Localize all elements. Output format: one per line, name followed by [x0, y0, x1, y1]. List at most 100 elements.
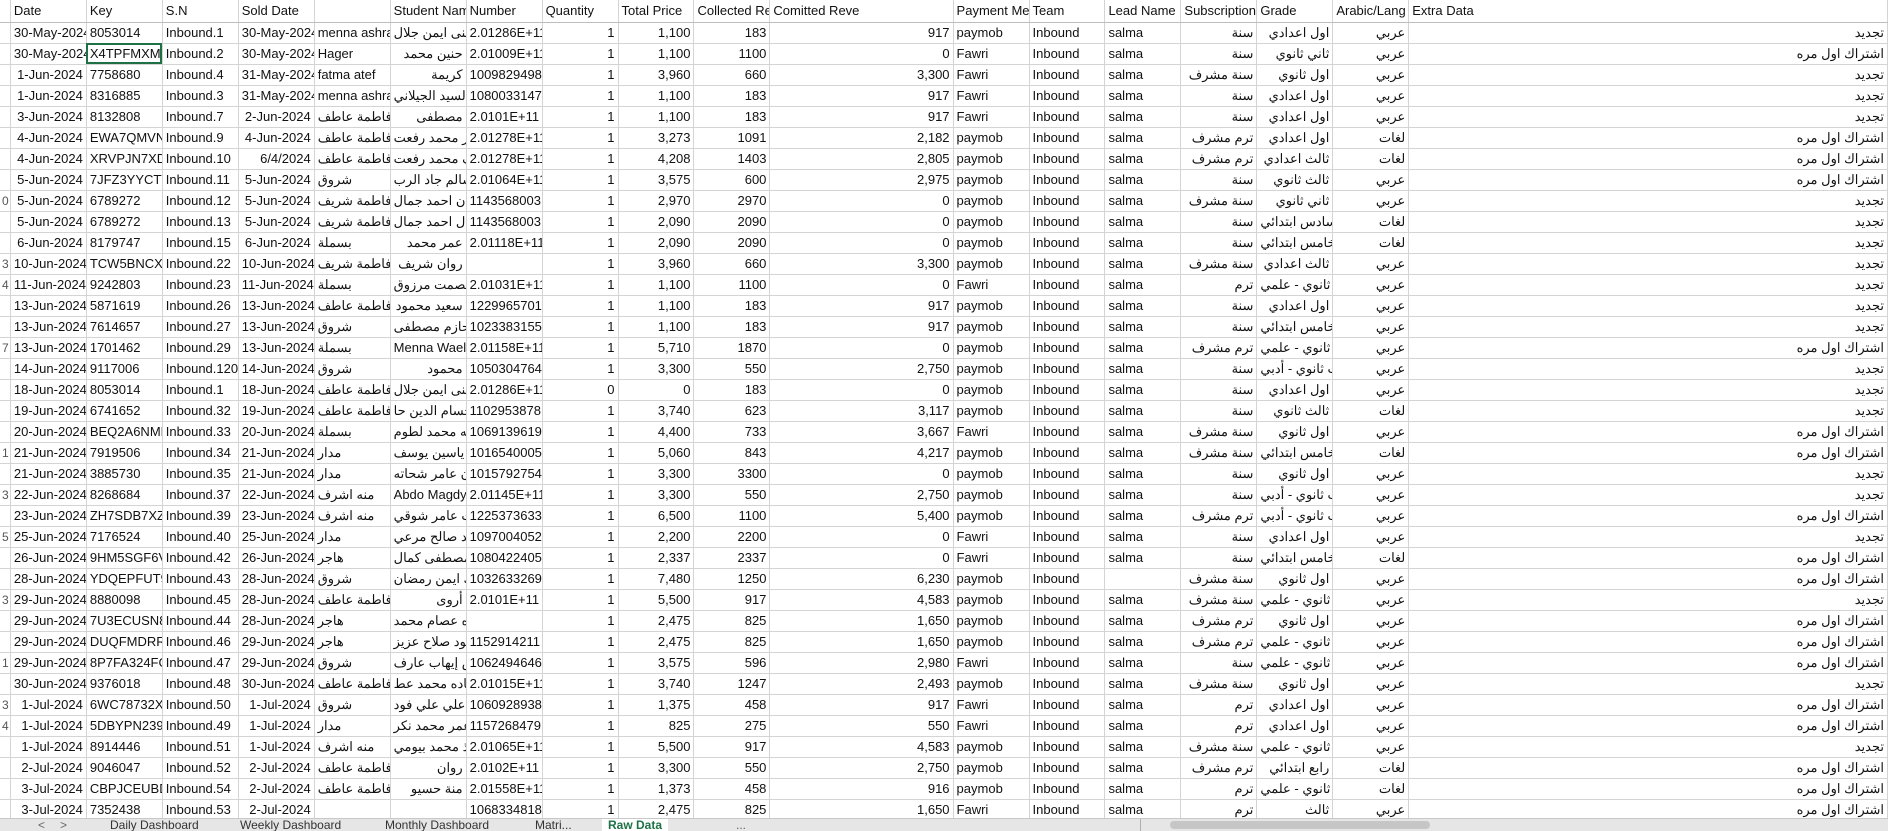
cell-committed-revenue[interactable]: 4,583 — [769, 736, 954, 758]
cell-total-price[interactable]: 1,100 — [618, 85, 695, 107]
cell-arabic-lang[interactable]: عربي — [1332, 316, 1410, 338]
cell-committed-revenue[interactable]: 917 — [769, 22, 954, 44]
cell-total-price[interactable]: 4,400 — [618, 421, 695, 443]
cell-subscription-type[interactable]: ترم — [1180, 694, 1258, 716]
row-number[interactable] — [0, 568, 11, 590]
cell-sold-date[interactable]: 13-Jun-2024 — [238, 316, 315, 338]
cell-team[interactable]: Inbound — [1029, 43, 1106, 65]
cell-total-price[interactable]: 2,337 — [618, 547, 695, 569]
cell-date[interactable]: 29-Jun-2024 — [10, 631, 87, 653]
cell-payment-method[interactable]: Fawri — [953, 274, 1030, 296]
cell-number[interactable]: 2.01286E+11 — [466, 379, 543, 401]
cell-quantity[interactable]: 1 — [542, 127, 619, 149]
cell-payment-method[interactable]: paymob — [953, 484, 1030, 506]
cell-team[interactable]: Inbound — [1029, 106, 1106, 128]
cell-payment-method[interactable]: paymob — [953, 148, 1030, 170]
cell-agent[interactable]: بسملة — [314, 421, 391, 443]
cell-sn[interactable]: Inbound.22 — [162, 253, 239, 275]
cell-subscription-type[interactable]: سنة مشرف — [1180, 673, 1258, 695]
cell-sn[interactable]: Inbound.32 — [162, 400, 239, 422]
cell-date[interactable]: 13-Jun-2024 — [10, 316, 87, 338]
cell-lead-name[interactable]: salma — [1104, 463, 1182, 485]
cell-extra-data[interactable]: اشتراك اول مره — [1408, 505, 1888, 527]
cell-lead-name[interactable]: salma — [1104, 190, 1182, 212]
cell-quantity[interactable]: 1 — [542, 526, 619, 548]
cell-grade[interactable]: خامس ابتدائي — [1256, 316, 1334, 338]
cell-grade[interactable]: اول اعدادي — [1256, 379, 1334, 401]
cell-payment-method[interactable]: Fawri — [953, 652, 1030, 674]
cell-number[interactable]: 2.01278E+11 — [466, 127, 543, 149]
cell-sn[interactable]: Inbound.34 — [162, 442, 239, 464]
cell-committed-revenue[interactable]: 2,750 — [769, 358, 954, 380]
cell-agent[interactable]: مدار — [314, 526, 391, 548]
cell-collected-revenue[interactable]: 1870 — [693, 337, 771, 359]
cell-arabic-lang[interactable]: عربي — [1332, 169, 1410, 191]
cell-sn[interactable]: Inbound.15 — [162, 232, 239, 254]
cell-payment-method[interactable]: paymob — [953, 127, 1030, 149]
cell-key[interactable]: 9046047 — [86, 757, 163, 779]
cell-key[interactable]: 7176524 — [86, 526, 163, 548]
cell-subscription-type[interactable]: سنة مشرف — [1180, 64, 1258, 86]
cell-arabic-lang[interactable]: عربي — [1332, 379, 1410, 401]
cell-date[interactable]: 3-Jun-2024 — [10, 106, 87, 128]
cell-team[interactable]: Inbound — [1029, 421, 1106, 443]
cell-collected-revenue[interactable]: 183 — [693, 22, 771, 44]
cell-grade[interactable]: رابع ابتدائي — [1256, 757, 1334, 779]
cell-collected-revenue[interactable]: 917 — [693, 736, 771, 758]
cell-date[interactable]: 26-Jun-2024 — [10, 547, 87, 569]
cell-extra-data[interactable]: اشتراك اول مره — [1408, 421, 1888, 443]
cell-sold-date[interactable]: 30-Jun-2024 — [238, 673, 315, 695]
cell-extra-data[interactable]: اشتراك اول مره — [1408, 337, 1888, 359]
cell-payment-method[interactable]: paymob — [953, 316, 1030, 338]
cell-subscription-type[interactable]: سنة مشرف — [1180, 421, 1258, 443]
cell-sn[interactable]: Inbound.3 — [162, 85, 239, 107]
cell-team[interactable]: Inbound — [1029, 736, 1106, 758]
cell-lead-name[interactable]: salma — [1104, 232, 1182, 254]
cell-arabic-lang[interactable]: لغات — [1332, 400, 1410, 422]
cell-sn[interactable]: Inbound.46 — [162, 631, 239, 653]
cell-quantity[interactable]: 1 — [542, 463, 619, 485]
cell-lead-name[interactable]: salma — [1104, 337, 1182, 359]
cell-lead-name[interactable]: salma — [1104, 295, 1182, 317]
cell-committed-revenue[interactable]: 2,975 — [769, 169, 954, 191]
cell-grade[interactable]: ثاني ثانوي - علمي — [1256, 274, 1334, 296]
col-header-subscription-type[interactable]: Subscription Ty — [1180, 0, 1258, 23]
cell-collected-revenue[interactable]: 2337 — [693, 547, 771, 569]
cell-total-price[interactable]: 0 — [618, 379, 695, 401]
cell-extra-data[interactable]: تجديد — [1408, 85, 1888, 107]
cell-committed-revenue[interactable]: 6,230 — [769, 568, 954, 590]
cell-total-price[interactable]: 1,100 — [618, 295, 695, 317]
cell-total-price[interactable]: 1,100 — [618, 106, 695, 128]
cell-number[interactable]: 2.0101E+11 — [466, 106, 543, 128]
cell-arabic-lang[interactable]: عربي — [1332, 358, 1410, 380]
cell-subscription-type[interactable]: سنة مشرف — [1180, 442, 1258, 464]
cell-grade[interactable]: ثاني ثانوي — [1256, 190, 1334, 212]
cell-key[interactable]: 5DBYPN2398 — [86, 715, 163, 737]
cell-committed-revenue[interactable]: 550 — [769, 715, 954, 737]
cell-agent[interactable]: مدار — [314, 715, 391, 737]
more-sheets-button[interactable]: ... — [736, 819, 746, 831]
cell-grade[interactable]: اول اعدادي — [1256, 526, 1334, 548]
cell-total-price[interactable]: 5,710 — [618, 337, 695, 359]
row-number[interactable] — [0, 778, 11, 800]
cell-quantity[interactable]: 1 — [542, 652, 619, 674]
cell-agent[interactable]: شروق — [314, 694, 391, 716]
cell-agent[interactable]: فاطمة عاطف — [314, 379, 391, 401]
cell-number[interactable]: 1050304764 — [466, 358, 543, 380]
cell-key[interactable]: 7614657 — [86, 316, 163, 338]
cell-number[interactable] — [466, 610, 543, 632]
cell-sold-date[interactable]: 29-Jun-2024 — [238, 631, 315, 653]
cell-date[interactable]: 1-Jun-2024 — [10, 64, 87, 86]
cell-collected-revenue[interactable]: 600 — [693, 169, 771, 191]
cell-team[interactable]: Inbound — [1029, 232, 1106, 254]
cell-lead-name[interactable]: salma — [1104, 274, 1182, 296]
row-number[interactable] — [0, 400, 11, 422]
cell-student-name[interactable]: جنى ايمن جلال — [390, 379, 467, 401]
row-number[interactable] — [0, 211, 11, 233]
cell-subscription-type[interactable]: سنة مشرف — [1180, 568, 1258, 590]
cell-agent[interactable]: فاطمة عاطف — [314, 589, 391, 611]
cell-committed-revenue[interactable]: 2,750 — [769, 757, 954, 779]
cell-total-price[interactable]: 7,480 — [618, 568, 695, 590]
cell-lead-name[interactable]: salma — [1104, 379, 1182, 401]
cell-quantity[interactable]: 1 — [542, 631, 619, 653]
